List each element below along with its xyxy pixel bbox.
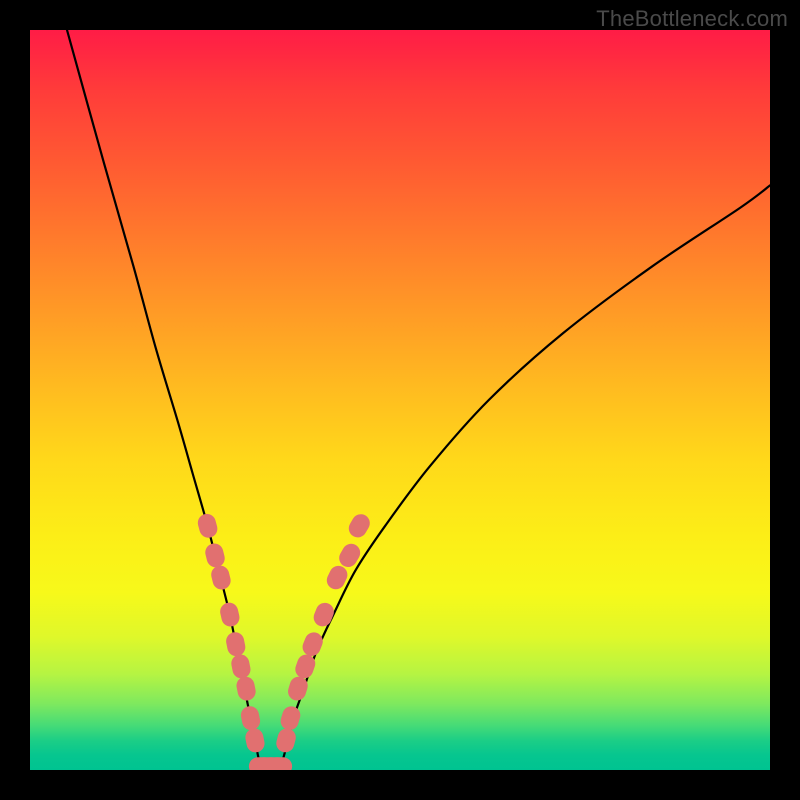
marker-left-2	[209, 564, 232, 592]
curve-left-branch	[67, 30, 261, 770]
marker-left-0	[196, 512, 220, 540]
marker-right-8	[345, 511, 373, 541]
marker-left-6	[235, 675, 257, 702]
marker-right-0	[274, 727, 297, 755]
marker-left-4	[225, 631, 247, 658]
marker-left-8	[244, 727, 266, 754]
marker-right-5	[311, 600, 337, 629]
marker-bottom-3	[268, 757, 292, 770]
marker-layer	[196, 511, 373, 770]
marker-left-7	[239, 705, 261, 732]
marker-left-1	[203, 542, 226, 570]
chart-frame: TheBottleneck.com	[0, 0, 800, 800]
marker-left-3	[218, 601, 241, 628]
marker-right-4	[300, 630, 326, 659]
marker-left-5	[230, 653, 252, 680]
curve-layer	[67, 30, 770, 770]
curve-right-branch	[280, 185, 770, 770]
plot-area	[30, 30, 770, 770]
watermark-text: TheBottleneck.com	[596, 6, 788, 32]
marker-right-1	[278, 704, 302, 732]
chart-svg	[30, 30, 770, 770]
